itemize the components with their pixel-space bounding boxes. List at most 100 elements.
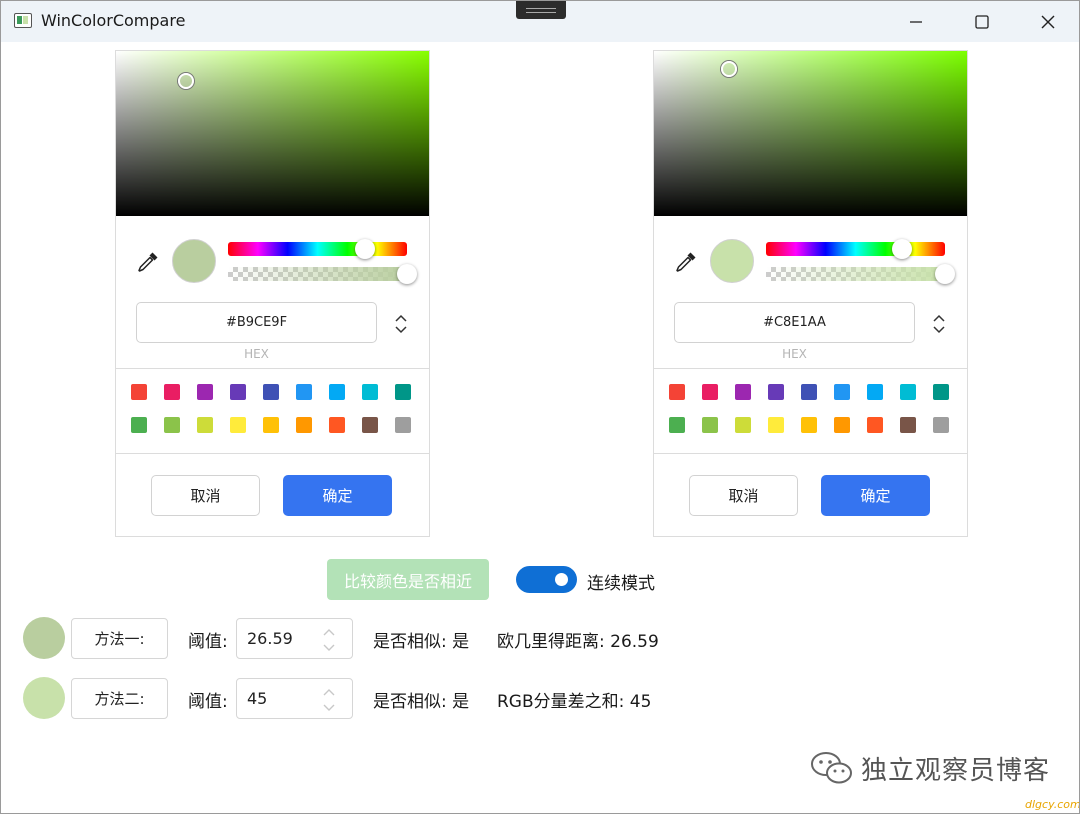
wechat-icon — [811, 752, 852, 784]
divider — [116, 453, 429, 454]
chevron-up-down-icon[interactable] — [392, 313, 410, 335]
threshold-value: 45 — [247, 689, 268, 708]
app-icon — [14, 13, 32, 28]
color-swatch[interactable] — [131, 384, 147, 400]
color-swatch[interactable] — [867, 417, 883, 433]
threshold-value: 26.59 — [247, 629, 293, 648]
threshold-label: 阈值: — [188, 632, 228, 652]
alpha-gradient — [228, 267, 407, 281]
compare-colors-button[interactable]: 比较颜色是否相近 — [327, 559, 489, 600]
maximize-icon — [975, 14, 989, 29]
hex-label: HEX — [782, 347, 807, 361]
threshold-input-one[interactable]: 26.59 — [236, 618, 353, 659]
color-preview — [710, 239, 754, 283]
color-swatch[interactable] — [867, 384, 883, 400]
hue-slider[interactable] — [228, 239, 407, 259]
color-swatch[interactable] — [362, 417, 378, 433]
sv-black-layer — [116, 51, 429, 216]
color-swatch[interactable] — [230, 417, 246, 433]
drag-handle[interactable] — [516, 1, 566, 19]
cancel-button[interactable]: 取消 — [689, 475, 798, 516]
color-swatch[interactable] — [900, 417, 916, 433]
color-picker-left: HEX 取消 确定 — [115, 50, 430, 537]
color-swatch[interactable] — [263, 417, 279, 433]
color-swatch[interactable] — [395, 417, 411, 433]
cancel-button[interactable]: 取消 — [151, 475, 260, 516]
color-swatch[interactable] — [702, 384, 718, 400]
color-swatch[interactable] — [933, 417, 949, 433]
color-swatch[interactable] — [131, 417, 147, 433]
color-swatch[interactable] — [296, 417, 312, 433]
watermark: 独立观察员博客 — [809, 746, 1071, 792]
eyedropper-icon[interactable] — [136, 250, 160, 274]
color-swatch[interactable] — [197, 384, 213, 400]
toggle-knob — [555, 573, 568, 586]
saturation-value-area[interactable] — [654, 51, 967, 216]
close-button[interactable] — [1015, 1, 1079, 42]
hex-input[interactable] — [136, 302, 377, 343]
rgb-diff-sum: RGB分量差之和: 45 — [497, 692, 652, 712]
spinner-icon[interactable] — [321, 686, 337, 714]
color-swatch[interactable] — [735, 384, 751, 400]
chevron-up-down-icon[interactable] — [930, 313, 948, 335]
ok-button[interactable]: 确定 — [821, 475, 930, 516]
close-icon — [1041, 15, 1055, 28]
alpha-slider-thumb[interactable] — [397, 264, 417, 284]
color-swatch[interactable] — [197, 417, 213, 433]
method-two-button[interactable]: 方法二: — [71, 678, 168, 719]
ok-button[interactable]: 确定 — [283, 475, 392, 516]
sv-cursor[interactable] — [721, 61, 737, 77]
color-swatch[interactable] — [669, 384, 685, 400]
eyedropper-icon[interactable] — [674, 250, 698, 274]
color-swatch[interactable] — [900, 384, 916, 400]
alpha-slider[interactable] — [766, 264, 955, 284]
color-swatch[interactable] — [362, 384, 378, 400]
color-swatch[interactable] — [735, 417, 751, 433]
color-swatch[interactable] — [933, 384, 949, 400]
maximize-button[interactable] — [949, 1, 1015, 42]
color-preview — [172, 239, 216, 283]
threshold-label: 阈值: — [188, 692, 228, 712]
hex-input[interactable] — [674, 302, 915, 343]
euclidean-distance: 欧几里得距离: 26.59 — [497, 632, 659, 652]
color-swatch[interactable] — [164, 384, 180, 400]
method-one-button[interactable]: 方法一: — [71, 618, 168, 659]
divider — [654, 368, 967, 369]
color-swatch[interactable] — [329, 417, 345, 433]
sv-black-layer — [654, 51, 967, 216]
alpha-gradient — [766, 267, 945, 281]
color-swatch[interactable] — [768, 384, 784, 400]
alpha-slider-thumb[interactable] — [935, 264, 955, 284]
alpha-slider[interactable] — [228, 264, 417, 284]
minimize-button[interactable] — [883, 1, 949, 42]
color-swatch[interactable] — [834, 384, 850, 400]
color-swatch[interactable] — [263, 384, 279, 400]
color-swatch[interactable] — [768, 417, 784, 433]
color-swatch[interactable] — [801, 384, 817, 400]
color-swatch[interactable] — [834, 417, 850, 433]
hue-slider-thumb[interactable] — [355, 239, 375, 259]
color-swatch[interactable] — [702, 417, 718, 433]
title-bar[interactable]: WinColorCompare — [1, 1, 1079, 42]
continuous-mode-toggle[interactable] — [516, 566, 577, 593]
color-swatch[interactable] — [329, 384, 345, 400]
color-swatch[interactable] — [230, 384, 246, 400]
color-swatch[interactable] — [395, 384, 411, 400]
hue-slider[interactable] — [766, 239, 945, 259]
similar-result: 是否相似: 是 — [373, 692, 470, 712]
color-swatch[interactable] — [669, 417, 685, 433]
spinner-icon[interactable] — [321, 626, 337, 654]
watermark-site: dlgcy.com — [1025, 798, 1080, 811]
color-swatch[interactable] — [801, 417, 817, 433]
method-one-swatch — [23, 617, 65, 659]
sv-cursor[interactable] — [178, 73, 194, 89]
color-swatch[interactable] — [164, 417, 180, 433]
threshold-input-two[interactable]: 45 — [236, 678, 353, 719]
minimize-icon — [910, 20, 922, 23]
color-swatch[interactable] — [296, 384, 312, 400]
saturation-value-area[interactable] — [116, 51, 429, 216]
color-picker-right: HEX 取消 确定 — [653, 50, 968, 537]
window-title: WinColorCompare — [41, 11, 186, 30]
method-two-swatch — [23, 677, 65, 719]
hue-slider-thumb[interactable] — [892, 239, 912, 259]
